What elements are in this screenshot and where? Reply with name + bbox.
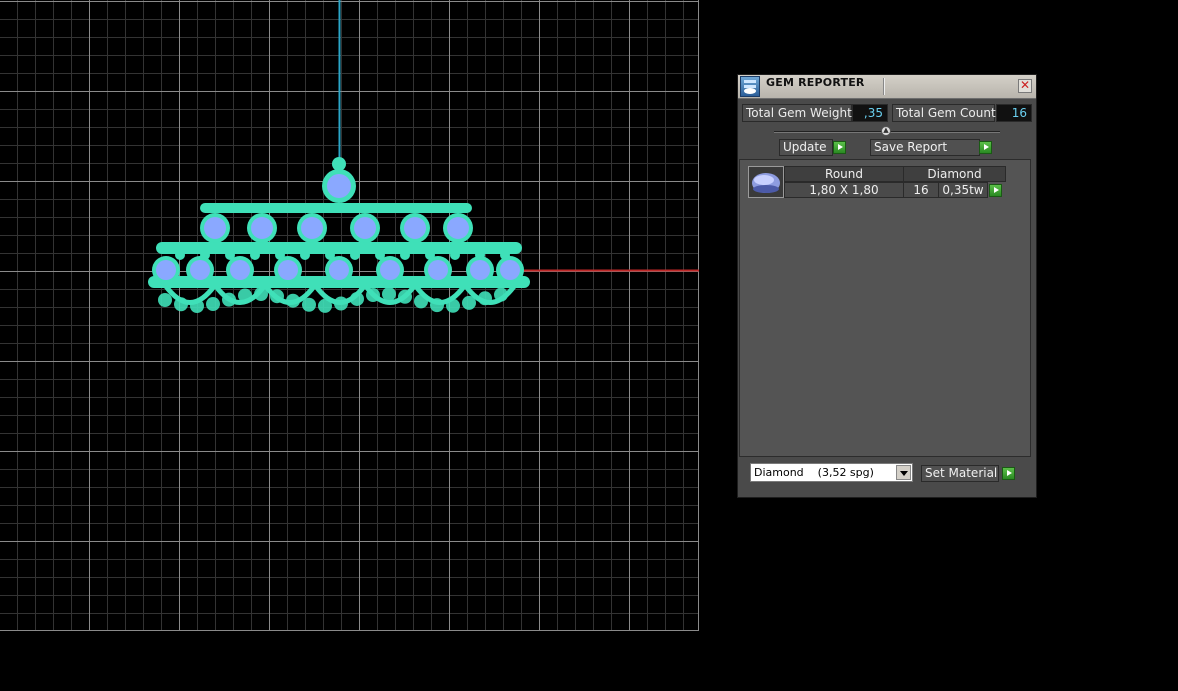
set-material-go-icon[interactable] xyxy=(1002,467,1015,480)
connector-bead xyxy=(325,250,335,260)
gem-stone xyxy=(230,260,250,280)
total-gem-weight-value: ,35 xyxy=(852,104,888,122)
connector-bead xyxy=(200,250,210,260)
total-gem-count-value: 16 xyxy=(996,104,1032,122)
connector-bead xyxy=(450,250,460,260)
save-report-button[interactable]: Save Report xyxy=(870,139,980,156)
close-icon: ✕ xyxy=(1019,78,1031,92)
gem-shape-header: Round xyxy=(784,166,904,182)
gem-list: Round Diamond 1,80 X 1,80 16 0,35tw xyxy=(739,159,1031,457)
gem-stone xyxy=(301,217,323,239)
set-material-button[interactable]: Set Material xyxy=(921,465,999,482)
top-bar xyxy=(200,203,472,213)
connector-bead xyxy=(375,250,385,260)
3d-viewport[interactable] xyxy=(0,0,699,631)
connector-bead xyxy=(350,250,360,260)
connector-bead xyxy=(400,250,410,260)
bead xyxy=(206,297,220,312)
gem-count-cell: 16 xyxy=(903,182,939,198)
update-go-icon[interactable] xyxy=(833,141,846,154)
panel-titlebar[interactable]: GEM REPORTER ✕ xyxy=(738,75,1036,99)
connector-bead xyxy=(475,250,485,260)
round-gem-icon xyxy=(748,166,784,198)
gem-stone xyxy=(251,217,273,239)
close-button[interactable]: ✕ xyxy=(1018,79,1032,93)
size-slider-knob[interactable]: ▲ xyxy=(881,126,891,136)
gem-stone xyxy=(500,260,520,280)
title-separator xyxy=(883,78,884,95)
material-select-value: Diamond (3,52 spg) xyxy=(754,466,874,479)
connector-bead xyxy=(225,250,235,260)
panel-title: GEM REPORTER xyxy=(766,76,865,89)
bail-bead xyxy=(332,157,346,171)
gem-stone xyxy=(447,217,469,239)
gem-stone xyxy=(156,260,176,280)
gem-stone xyxy=(190,260,210,280)
gem-size-cell: 1,80 X 1,80 xyxy=(784,182,904,198)
gem-stone xyxy=(470,260,490,280)
upper-bar xyxy=(156,242,522,254)
gem-stone xyxy=(428,260,448,280)
total-gem-weight-label: Total Gem Weight xyxy=(742,104,852,122)
save-report-go-icon[interactable] xyxy=(979,141,992,154)
gem-stone xyxy=(380,260,400,280)
total-gem-count-label: Total Gem Count xyxy=(892,104,996,122)
connector-bead xyxy=(425,250,435,260)
gem-reporter-panel: GEM REPORTER ✕ Total Gem Weight ,35 Tota… xyxy=(737,74,1037,498)
update-label: Update xyxy=(783,140,827,154)
viewport-canvas xyxy=(148,0,699,313)
gem-stone xyxy=(329,260,349,280)
gem-reporter-icon xyxy=(740,76,760,97)
gem-stone xyxy=(404,217,426,239)
jewelry-model xyxy=(148,157,530,313)
chevron-down-icon[interactable] xyxy=(896,465,911,480)
gem-weight-cell: 0,35tw xyxy=(938,182,988,198)
save-report-label: Save Report xyxy=(874,140,948,154)
gem-material-header: Diamond xyxy=(903,166,1006,182)
connector-bead xyxy=(500,250,510,260)
update-button[interactable]: Update xyxy=(779,139,833,156)
gem-row-go-icon[interactable] xyxy=(989,184,1002,197)
bead xyxy=(158,293,172,307)
connector-bead xyxy=(175,250,185,260)
material-select[interactable]: Diamond (3,52 spg) xyxy=(750,463,913,482)
connector-bead xyxy=(300,250,310,260)
set-material-label: Set Material xyxy=(925,466,998,480)
gem-stone xyxy=(327,174,351,198)
gem-stone xyxy=(278,260,298,280)
connector-bead xyxy=(275,250,285,260)
gem-stone xyxy=(354,217,376,239)
connector-bead xyxy=(250,250,260,260)
gem-stone xyxy=(204,217,226,239)
